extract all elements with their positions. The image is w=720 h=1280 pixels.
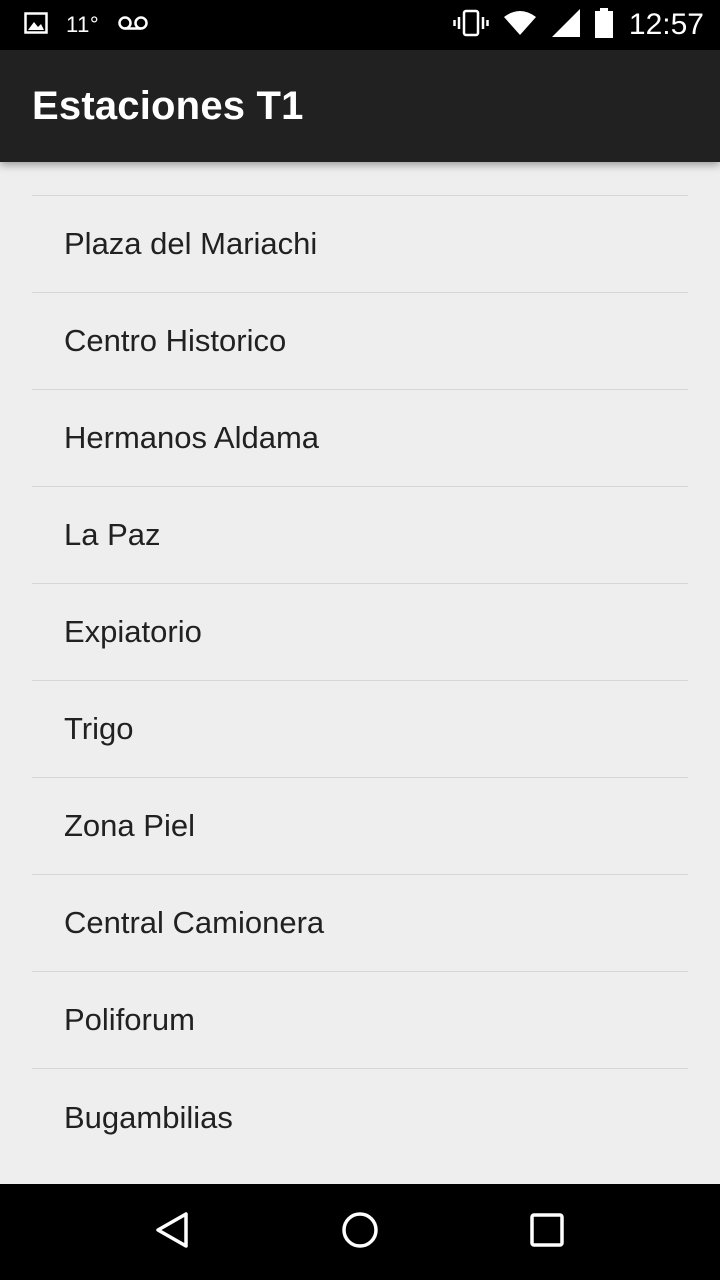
station-label: Expiatorio <box>64 614 202 649</box>
station-label: Hermanos Aldama <box>64 420 320 455</box>
station-label: Trigo <box>64 711 134 746</box>
recents-icon <box>527 1210 567 1255</box>
list-item-station[interactable]: Plaza del Mariachi <box>32 196 688 293</box>
station-label: La Paz <box>64 517 161 552</box>
signal-icon <box>551 8 581 43</box>
station-label: Plaza del Mariachi <box>64 226 318 261</box>
list-item-station[interactable]: Central Camionera <box>32 875 688 972</box>
list-item-station[interactable]: Expiatorio <box>32 584 688 681</box>
screen: 11° 12:57 Estaciones T1 Plaza del Mariac… <box>0 0 720 1280</box>
status-left: 11° <box>24 11 167 39</box>
navigation-bar <box>0 1184 720 1280</box>
list-item-station[interactable]: Centro Historico <box>32 293 688 390</box>
recents-button[interactable] <box>507 1192 587 1272</box>
app-bar: Estaciones T1 <box>0 50 720 162</box>
status-bar: 11° 12:57 <box>0 0 720 50</box>
station-label: Bugambilias <box>64 1099 233 1135</box>
station-list[interactable]: Plaza del Mariachi Centro Historico Herm… <box>32 195 688 1166</box>
back-button[interactable] <box>133 1192 213 1272</box>
list-item-station[interactable]: Bugambilias <box>32 1069 688 1166</box>
station-label: Central Camionera <box>64 905 325 940</box>
station-label: Centro Historico <box>64 323 287 358</box>
station-label: Zona Piel <box>64 808 195 843</box>
temperature: 11° <box>66 12 100 37</box>
list-item-station[interactable]: Hermanos Aldama <box>32 390 688 487</box>
battery-icon <box>594 7 613 43</box>
list-item-station[interactable]: Zona Piel <box>32 778 688 875</box>
home-icon <box>340 1210 380 1255</box>
list-item-station[interactable]: Trigo <box>32 681 688 778</box>
vibrate-icon <box>453 9 489 42</box>
station-label: Poliforum <box>64 1002 195 1037</box>
status-right: 12:57 <box>439 7 704 43</box>
list-item-station[interactable]: Poliforum <box>32 972 688 1069</box>
back-icon <box>153 1210 193 1255</box>
wifi-icon <box>503 10 537 41</box>
list-item-station[interactable]: La Paz <box>32 487 688 584</box>
clock: 12:57 <box>628 8 704 41</box>
home-button[interactable] <box>320 1192 400 1272</box>
voicemail-icon <box>117 15 149 36</box>
image-icon <box>24 11 48 39</box>
page-title: Estaciones T1 <box>32 83 304 128</box>
